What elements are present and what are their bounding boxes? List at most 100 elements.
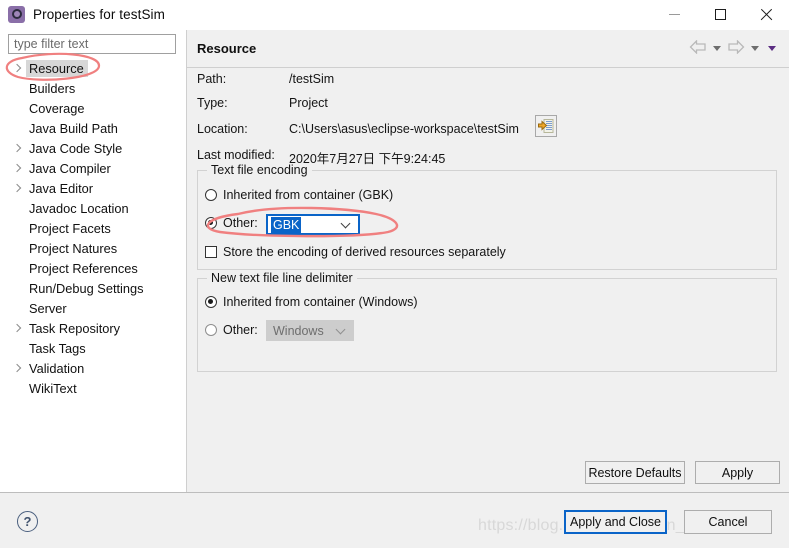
back-arrow-icon[interactable] <box>689 40 707 56</box>
tree-item-task-repository[interactable]: Task Repository <box>8 318 184 338</box>
tree-item-label: Project Facets <box>29 220 111 236</box>
help-question-icon[interactable]: ? <box>17 511 38 532</box>
tree-item-label: Resource <box>26 59 88 77</box>
store-derived-checkbox[interactable] <box>205 246 217 258</box>
page-nav-controls <box>689 40 779 56</box>
tree-item-project-natures[interactable]: Project Natures <box>8 238 184 258</box>
chevron-down-icon <box>337 326 346 335</box>
forward-history-chevron-down-icon[interactable] <box>751 45 759 51</box>
delimiter-other-radio[interactable] <box>205 324 217 336</box>
tree-item-label: Task Tags <box>29 340 86 356</box>
store-derived-label: Store the encoding of derived resources … <box>223 245 506 259</box>
properties-gear-icon <box>8 5 25 23</box>
tree-item-label: Validation <box>29 360 85 376</box>
tree-item-label: Javadoc Location <box>29 200 129 216</box>
minimize-button[interactable] <box>651 0 697 28</box>
tree-item-task-tags[interactable]: Task Tags <box>8 338 184 358</box>
restore-defaults-button[interactable]: Restore Defaults <box>585 461 685 484</box>
title-bar: Properties for testSim <box>0 0 789 28</box>
encoding-combo[interactable]: GBK <box>266 214 360 235</box>
location-label: Location: <box>197 122 248 136</box>
store-derived-checkbox-row[interactable]: Store the encoding of derived resources … <box>205 245 506 259</box>
chevron-right-icon[interactable] <box>8 58 26 78</box>
close-button[interactable] <box>743 0 789 28</box>
tree-item-label: Builders <box>29 80 76 96</box>
tree-item-java-editor[interactable]: Java Editor <box>8 178 184 198</box>
forward-arrow-icon[interactable] <box>727 40 745 56</box>
text-file-encoding-group-title: Text file encoding <box>207 163 312 177</box>
tree-item-label: Java Compiler <box>29 160 111 176</box>
tree-item-label: Run/Debug Settings <box>29 280 144 296</box>
last-modified-label: Last modified: <box>197 148 275 162</box>
tree-item-validation[interactable]: Validation <box>8 358 184 378</box>
back-history-chevron-down-icon[interactable] <box>713 45 721 51</box>
encoding-inherited-radio-row[interactable]: Inherited from container (GBK) <box>205 188 393 202</box>
tree-item-label: Project Natures <box>29 240 118 256</box>
chevron-right-icon[interactable] <box>8 138 26 158</box>
maximize-button[interactable] <box>697 0 743 28</box>
resource-page: Resource Path: /testSim Type: Project Lo… <box>187 30 789 492</box>
delimiter-inherited-radio[interactable] <box>205 296 217 308</box>
tree-item-java-compiler[interactable]: Java Compiler <box>8 158 184 178</box>
chevron-down-icon[interactable] <box>342 220 351 229</box>
tree-item-java-build-path[interactable]: Java Build Path <box>8 118 184 138</box>
tree-item-label: Java Editor <box>29 180 94 196</box>
tree-item-resource[interactable]: Resource <box>8 58 184 78</box>
encoding-combo-value: GBK <box>271 216 302 233</box>
line-delimiter-group-title: New text file line delimiter <box>207 271 357 285</box>
chevron-right-icon[interactable] <box>8 318 26 338</box>
tree-item-label: Task Repository <box>29 320 121 336</box>
type-label: Type: <box>197 96 228 110</box>
open-in-explorer-icon[interactable] <box>535 115 557 137</box>
delimiter-other-label: Other: <box>223 323 258 337</box>
chevron-right-icon[interactable] <box>8 178 26 198</box>
tree-item-java-code-style[interactable]: Java Code Style <box>8 138 184 158</box>
tree-item-label: Project References <box>29 260 138 276</box>
location-value: C:\Users\asus\eclipse-workspace\testSim <box>289 122 519 136</box>
tree-item-coverage[interactable]: Coverage <box>8 98 184 118</box>
chevron-right-icon[interactable] <box>8 358 26 378</box>
delimiter-other-radio-row[interactable]: Other: <box>205 323 258 337</box>
encoding-other-label: Other: <box>223 216 258 230</box>
type-value: Project <box>289 96 328 110</box>
tree-item-label: WikiText <box>29 380 77 396</box>
tree-item-builders[interactable]: Builders <box>8 78 184 98</box>
tree-item-javadoc-location[interactable]: Javadoc Location <box>8 198 184 218</box>
delimiter-inherited-radio-row[interactable]: Inherited from container (Windows) <box>205 295 418 309</box>
last-modified-value: 2020年7月27日 下午9:24:45 <box>289 152 446 166</box>
path-label: Path: <box>197 72 227 86</box>
properties-dialog: Properties for testSim type filter text … <box>0 0 789 548</box>
encoding-other-radio-row[interactable]: Other: <box>205 216 258 230</box>
apply-button[interactable]: Apply <box>695 461 780 484</box>
encoding-other-radio[interactable] <box>205 217 217 229</box>
settings-tree[interactable]: Resource Builders Coverage Java Build Path J… <box>8 58 184 492</box>
path-value: /testSim <box>289 72 335 86</box>
title-separator <box>187 67 789 68</box>
encoding-inherited-radio[interactable] <box>205 189 217 201</box>
delimiter-combo-value: Windows <box>273 323 324 338</box>
window-title: Properties for testSim <box>33 6 165 22</box>
delimiter-inherited-label: Inherited from container (Windows) <box>223 295 418 309</box>
filter-input[interactable]: type filter text <box>8 34 176 54</box>
tree-item-label: Java Build Path <box>29 120 118 136</box>
cancel-button[interactable]: Cancel <box>684 510 772 534</box>
view-menu-chevron-icon[interactable] <box>768 45 776 51</box>
tree-item-label: Java Code Style <box>29 140 123 156</box>
tree-item-wikitext[interactable]: WikiText <box>8 378 184 398</box>
tree-item-project-references[interactable]: Project References <box>8 258 184 278</box>
tree-item-server[interactable]: Server <box>8 298 184 318</box>
tree-item-run-debug-settings[interactable]: Run/Debug Settings <box>8 278 184 298</box>
tree-item-project-facets[interactable]: Project Facets <box>8 218 184 238</box>
chevron-right-icon[interactable] <box>8 158 26 178</box>
apply-and-close-button[interactable]: Apply and Close <box>564 510 667 534</box>
